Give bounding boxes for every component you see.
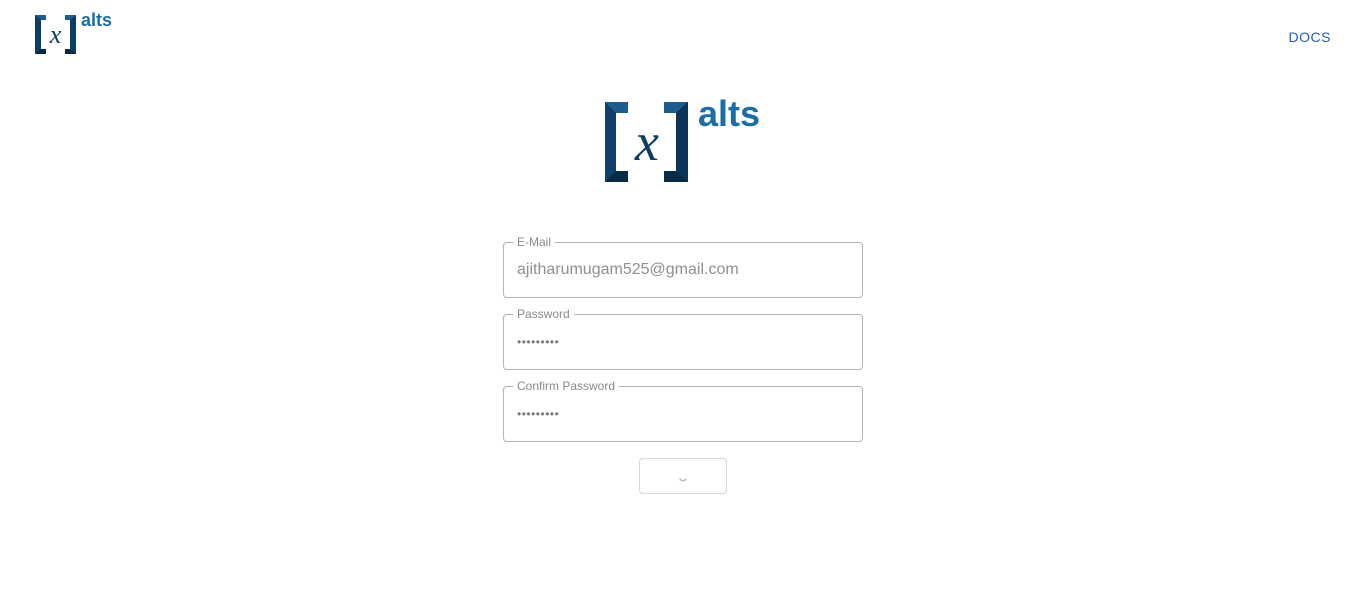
bracket-logo-icon: x [605, 102, 688, 182]
bracket-logo-icon: x [35, 15, 76, 54]
email-field[interactable]: E-Mail ajitharumugam525@gmail.com [503, 235, 863, 298]
password-input[interactable]: ••••••••• [517, 315, 847, 369]
confirm-password-field[interactable]: Confirm Password ••••••••• [503, 379, 863, 442]
logo-glyph: x [634, 112, 659, 172]
logo-text: alts [698, 94, 760, 134]
email-input[interactable]: ajitharumugam525@gmail.com [517, 243, 847, 297]
logo-glyph: x [49, 20, 62, 49]
main-logo: x alts [605, 94, 760, 182]
spinner-icon [679, 478, 687, 482]
header-logo[interactable]: x alts [34, 10, 118, 56]
logo-text: alts [81, 10, 112, 30]
password-field[interactable]: Password ••••••••• [503, 307, 863, 370]
signup-form: E-Mail ajitharumugam525@gmail.com Passwo… [503, 234, 863, 458]
docs-link[interactable]: DOCS [1289, 29, 1331, 45]
confirm-password-input[interactable]: ••••••••• [517, 387, 847, 441]
submit-button[interactable] [639, 458, 727, 494]
